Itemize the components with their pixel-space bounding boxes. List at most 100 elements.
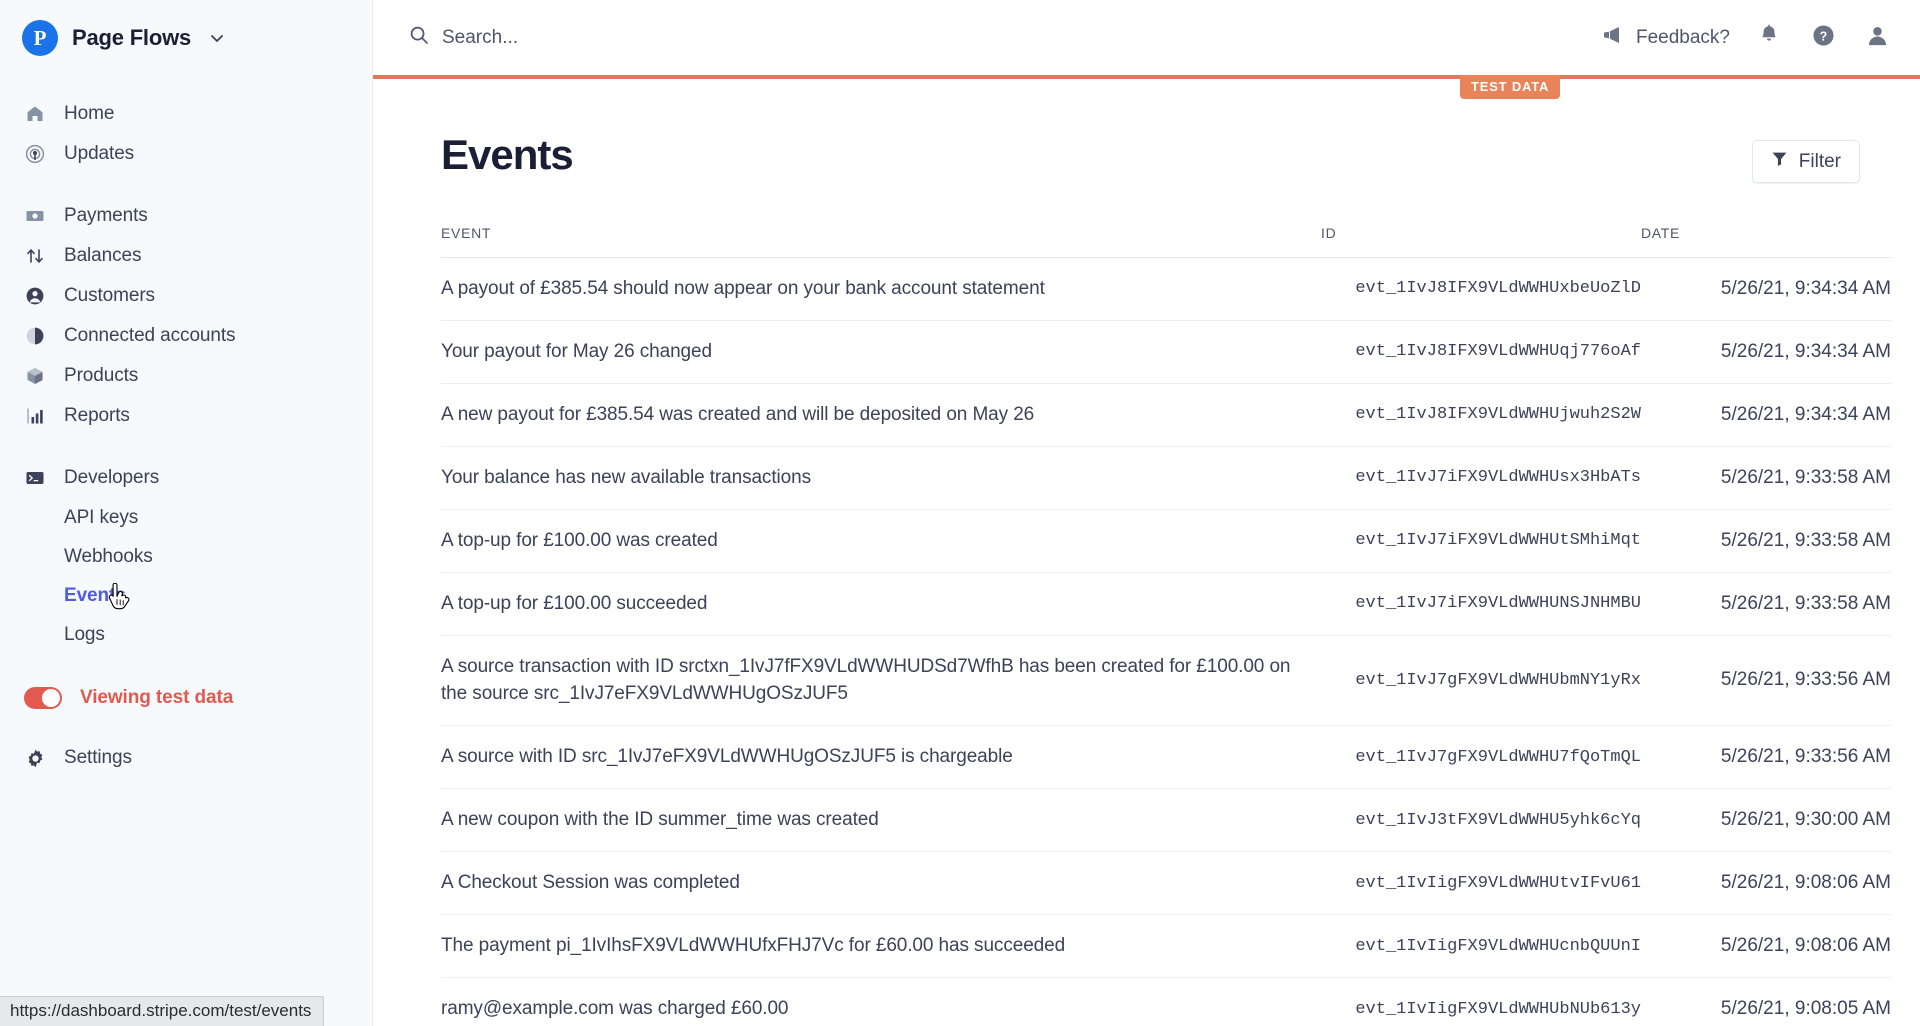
search-placeholder: Search... [442,26,519,48]
balances-icon [24,245,46,267]
cell-event: Your balance has new available transacti… [441,446,1321,510]
test-mode-toggle[interactable]: Viewing test data [0,676,372,720]
account-button[interactable] [1862,23,1892,53]
sidebar-item-api-keys[interactable]: API keys [0,498,372,537]
cell-date: 5/26/21, 9:33:58 AM [1641,446,1891,510]
table-row[interactable]: Your balance has new available transacti… [441,446,1891,510]
events-table-head: EVENT ID DATE [441,225,1891,258]
funnel-icon [1771,150,1788,173]
sidebar-item-label: Webhooks [64,545,153,567]
customers-icon [24,285,46,307]
test-mode-label: Viewing test data [80,687,234,708]
chevron-down-icon [209,30,225,46]
nav-group-developers: Developers API keys Webhooks Events Logs [0,458,372,654]
cell-event: Your payout for May 26 changed [441,320,1321,384]
table-header-row: EVENT ID DATE [441,225,1891,258]
browser-status-bar: https://dashboard.stripe.com/test/events [0,996,325,1026]
cell-id: evt_1IvJ7gFX9VLdWWHU7fQoTmQL [1321,725,1641,790]
notifications-button[interactable] [1754,23,1784,53]
sidebar-item-label: Balances [64,245,142,266]
cell-date: 5/26/21, 9:34:34 AM [1641,257,1891,321]
events-table-body: A payout of £385.54 should now appear on… [441,257,1891,1026]
sidebar-item-label: Home [64,103,115,124]
cell-id: evt_1IvJ7gFX9VLdWWHUbmNY1yRx [1321,635,1641,727]
sidebar-item-logs[interactable]: Logs [0,615,372,654]
svg-text:?: ? [1819,29,1827,43]
cell-date: 5/26/21, 9:08:06 AM [1641,851,1891,916]
table-row[interactable]: The payment pi_1IvIhsFX9VLdWWHUfxFHJ7Vc … [441,914,1891,979]
events-page: Events Filter EVENT ID DATE A payout of … [373,79,1920,1026]
column-header-id: ID [1321,225,1641,258]
table-row[interactable]: A payout of £385.54 should now appear on… [441,257,1891,321]
cell-event: A new coupon with the ID summer_time was… [441,788,1321,853]
sidebar-item-label: Developers [64,467,160,488]
help-button[interactable]: ? [1808,23,1838,53]
cell-date: 5/26/21, 9:33:56 AM [1641,725,1891,790]
sidebar-item-reports[interactable]: Reports [0,396,372,436]
cell-event: A top-up for £100.00 was created [441,509,1321,573]
nav-group-primary: Home Updates [0,94,372,174]
cell-id: evt_1IvJ8IFX9VLdWWHUxbeUoZlD [1321,257,1641,321]
connected-accounts-icon [24,325,46,347]
cell-event: A top-up for £100.00 succeeded [441,572,1321,636]
help-circle-icon: ? [1812,24,1835,52]
gear-icon [24,747,46,769]
sidebar-item-connected-accounts[interactable]: Connected accounts [0,316,372,356]
cell-id: evt_1IvJ7iFX9VLdWWHUtSMhiMqt [1321,509,1641,573]
cell-id: evt_1IvIigFX9VLdWWHUbNUb613y [1321,977,1641,1026]
table-row[interactable]: A source transaction with ID srctxn_1IvJ… [441,635,1891,727]
main-content: Search... Feedback? ? TEST DATA Events F… [373,0,1920,1026]
table-row[interactable]: A new coupon with the ID summer_time was… [441,788,1891,853]
filter-label: Filter [1798,150,1841,172]
table-row[interactable]: A Checkout Session was completed evt_1IvI… [441,851,1891,916]
sidebar-item-webhooks[interactable]: Webhooks [0,537,372,576]
feedback-button[interactable]: Feedback? [1602,25,1730,51]
sidebar: P Page Flows Home Updates Payments Balan… [0,0,373,1026]
products-icon [24,365,46,387]
filter-button[interactable]: Filter [1751,140,1860,183]
toggle-switch[interactable] [24,687,62,709]
column-header-event: EVENT [441,225,1321,258]
sidebar-item-events[interactable]: Events [0,576,372,615]
user-avatar-icon [1866,24,1889,52]
cell-id: evt_1IvJ7iFX9VLdWWHUsx3HbATs [1321,446,1641,510]
sidebar-item-products[interactable]: Products [0,356,372,396]
cell-date: 5/26/21, 9:34:34 AM [1641,320,1891,384]
sidebar-item-label: Events [64,584,126,606]
top-bar: Search... Feedback? ? [373,0,1920,75]
cell-id: evt_1IvIigFX9VLdWWHUcnbQUUnI [1321,914,1641,979]
table-row[interactable]: ramy@example.com was charged £60.00 evt_1… [441,977,1891,1026]
table-row[interactable]: A top-up for £100.00 succeeded evt_1IvJ7i… [441,572,1891,636]
sidebar-item-payments[interactable]: Payments [0,196,372,236]
search-icon [409,25,429,50]
cell-event: A payout of £385.54 should now appear on… [441,257,1321,321]
cell-date: 5/26/21, 9:08:05 AM [1641,977,1891,1026]
cell-event: ramy@example.com was charged £60.00 [441,977,1321,1026]
cell-date: 5/26/21, 9:33:58 AM [1641,509,1891,573]
sidebar-item-label: Reports [64,405,130,426]
table-row[interactable]: A new payout for £385.54 was created and… [441,383,1891,447]
cell-date: 5/26/21, 9:33:58 AM [1641,572,1891,636]
nav-group-business: Payments Balances Customers Connected ac… [0,196,372,436]
column-header-date: DATE [1641,225,1891,258]
cell-date: 5/26/21, 9:08:06 AM [1641,914,1891,979]
sidebar-item-customers[interactable]: Customers [0,276,372,316]
sidebar-nav: Home Updates Payments Balances Customers… [0,94,372,778]
cell-event: A source with ID src_1IvJ7eFX9VLdWWHUgOS… [441,725,1321,790]
cell-id: evt_1IvJ3tFX9VLdWWHU5yhk6cYq [1321,788,1641,853]
table-row[interactable]: A source with ID src_1IvJ7eFX9VLdWWHUgOS… [441,725,1891,790]
table-row[interactable]: Your payout for May 26 changed evt_1IvJ8I… [441,320,1891,384]
sidebar-item-home[interactable]: Home [0,94,372,134]
sidebar-item-developers[interactable]: Developers [0,458,372,498]
sidebar-item-label: Customers [64,285,155,306]
sidebar-item-label: Updates [64,143,135,164]
sidebar-item-settings[interactable]: Settings [0,738,372,778]
cell-event: A source transaction with ID srctxn_1IvJ… [441,635,1321,727]
cell-event: A new payout for £385.54 was created and… [441,383,1321,447]
sidebar-item-updates[interactable]: Updates [0,134,372,174]
account-switcher[interactable]: P Page Flows [0,0,372,76]
search-input[interactable]: Search... [409,25,1602,50]
feedback-label: Feedback? [1635,26,1730,48]
sidebar-item-balances[interactable]: Balances [0,236,372,276]
table-row[interactable]: A top-up for £100.00 was created evt_1IvJ… [441,509,1891,573]
